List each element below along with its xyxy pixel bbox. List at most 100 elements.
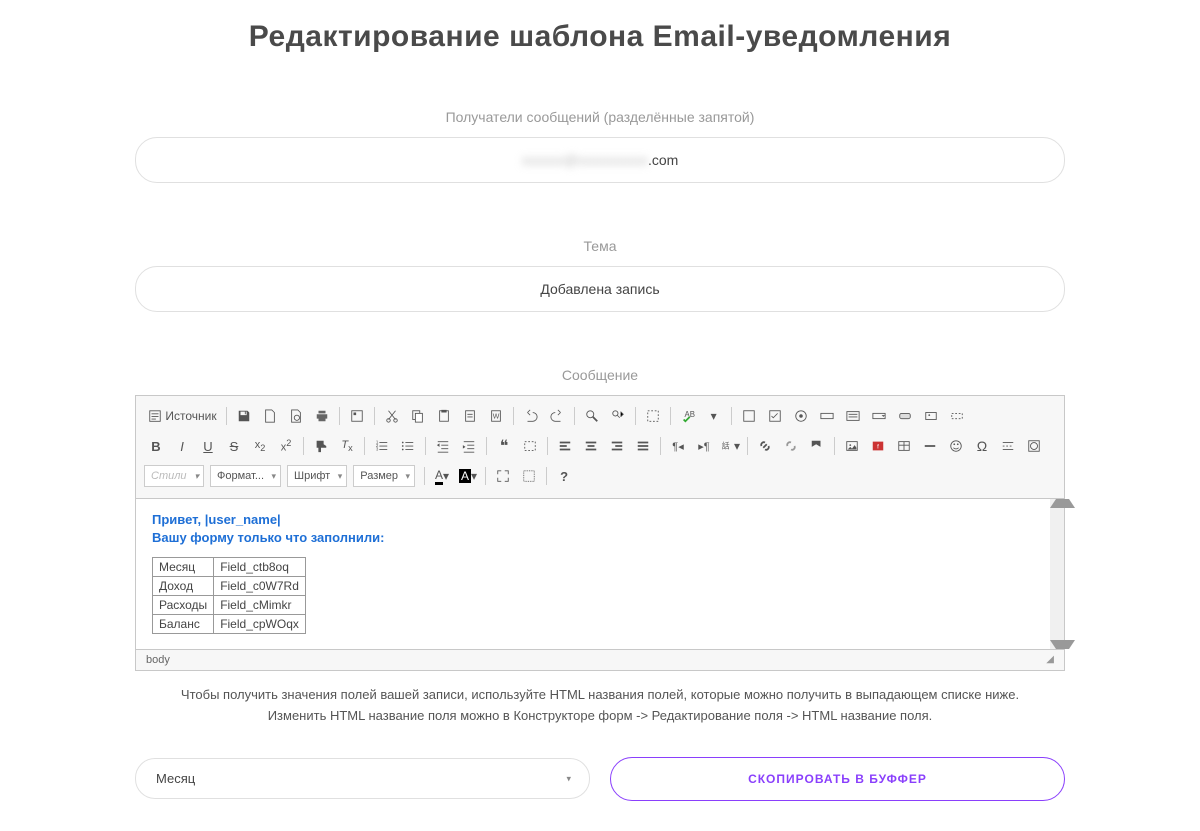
select-field-icon[interactable]: [867, 404, 891, 428]
cut-icon[interactable]: [380, 404, 404, 428]
undo-icon[interactable]: [519, 404, 543, 428]
rtl-icon[interactable]: ▸¶: [692, 434, 716, 458]
table-row: ДоходField_c0W7Rd: [153, 577, 306, 596]
showblocks-icon[interactable]: [517, 464, 541, 488]
subject-input[interactable]: [135, 266, 1065, 312]
styles-dropdown[interactable]: Стили: [144, 465, 204, 487]
save-icon[interactable]: [232, 404, 256, 428]
editor-toolbar: Источник W: [136, 396, 1064, 499]
textarea-icon[interactable]: [841, 404, 865, 428]
svg-text:話: 話: [722, 441, 730, 451]
underline-icon[interactable]: U: [196, 434, 220, 458]
message-table: МесяцField_ctb8oq ДоходField_c0W7Rd Расх…: [152, 557, 306, 634]
iframe-icon[interactable]: [1022, 434, 1046, 458]
bottom-row: Месяц СКОПИРОВАТЬ В БУФФЕР: [135, 757, 1065, 801]
editor-content[interactable]: Привет, |user_name| Вашу форму только чт…: [136, 499, 1064, 649]
about-icon[interactable]: ?: [552, 464, 576, 488]
ltr-icon[interactable]: ¶◂: [666, 434, 690, 458]
table-row: МесяцField_ctb8oq: [153, 558, 306, 577]
elements-path[interactable]: body: [146, 654, 170, 666]
textcolor-icon[interactable]: A▾: [430, 464, 454, 488]
button-icon[interactable]: [893, 404, 917, 428]
indent-icon[interactable]: [457, 434, 481, 458]
div-icon[interactable]: [518, 434, 542, 458]
bgcolor-icon[interactable]: A▾: [456, 464, 480, 488]
format-dropdown[interactable]: Формат...: [210, 465, 281, 487]
outdent-icon[interactable]: [431, 434, 455, 458]
table-row: БалансField_cpWOqx: [153, 615, 306, 634]
page-title: Редактирование шаблона Email-уведомления: [135, 20, 1065, 54]
svg-text:f: f: [877, 444, 879, 451]
paste-icon[interactable]: [432, 404, 456, 428]
bold-icon[interactable]: B: [144, 434, 168, 458]
print-icon[interactable]: [310, 404, 334, 428]
link-icon[interactable]: [753, 434, 777, 458]
editor-scrollbar[interactable]: [1050, 499, 1064, 649]
hiddenfield-icon[interactable]: [945, 404, 969, 428]
subject-label: Тема: [135, 238, 1065, 254]
italic-icon[interactable]: I: [170, 434, 194, 458]
specialchar-icon[interactable]: Ω: [970, 434, 994, 458]
imagebutton-icon[interactable]: [919, 404, 943, 428]
numberlist-icon[interactable]: 123: [370, 434, 394, 458]
blockquote-icon[interactable]: ❝: [492, 434, 516, 458]
resize-handle[interactable]: ◢: [1046, 654, 1054, 666]
unlink-icon[interactable]: [779, 434, 803, 458]
anchor-icon[interactable]: [805, 434, 829, 458]
svg-text:3: 3: [376, 446, 379, 451]
size-dropdown[interactable]: Размер: [353, 465, 415, 487]
message-line1: Привет, |user_name|: [152, 511, 1048, 529]
smiley-icon[interactable]: [944, 434, 968, 458]
new-page-icon[interactable]: [258, 404, 282, 428]
recipients-label: Получатели сообщений (разделённые запято…: [135, 109, 1065, 125]
bulletlist-icon[interactable]: [396, 434, 420, 458]
scayt-icon[interactable]: ▾: [702, 404, 726, 428]
redo-icon[interactable]: [545, 404, 569, 428]
flash-icon[interactable]: f: [866, 434, 890, 458]
recipients-group: Получатели сообщений (разделённые запято…: [135, 109, 1065, 183]
checkbox-icon[interactable]: [763, 404, 787, 428]
copy-icon[interactable]: [406, 404, 430, 428]
find-icon[interactable]: [580, 404, 604, 428]
source-button[interactable]: Источник: [144, 404, 221, 428]
strike-icon[interactable]: S: [222, 434, 246, 458]
image-icon[interactable]: [840, 434, 864, 458]
svg-text:W: W: [492, 414, 499, 421]
preview-icon[interactable]: [284, 404, 308, 428]
field-select[interactable]: Месяц: [135, 758, 590, 799]
source-icon: [148, 409, 162, 423]
hint-text: Чтобы получить значения полей вашей запи…: [135, 685, 1065, 727]
align-justify-icon[interactable]: [631, 434, 655, 458]
subject-group: Тема: [135, 238, 1065, 312]
language-icon[interactable]: 話▾: [718, 434, 742, 458]
maximize-icon[interactable]: [491, 464, 515, 488]
message-line2: Вашу форму только что заполнили:: [152, 529, 1048, 547]
editor-statusbar: body ◢: [136, 649, 1064, 670]
copy-to-buffer-button[interactable]: СКОПИРОВАТЬ В БУФФЕР: [610, 757, 1065, 801]
font-dropdown[interactable]: Шрифт: [287, 465, 347, 487]
recipients-input[interactable]: xxxxxx@xxxxxxxxxx.com: [135, 137, 1065, 183]
message-label: Сообщение: [135, 367, 1065, 383]
templates-icon[interactable]: [345, 404, 369, 428]
textfield-icon[interactable]: [815, 404, 839, 428]
copyformat-icon[interactable]: [309, 434, 333, 458]
message-group: Сообщение Источник: [135, 367, 1065, 671]
replace-icon[interactable]: [606, 404, 630, 428]
align-right-icon[interactable]: [605, 434, 629, 458]
table-row: РасходыField_cMimkr: [153, 596, 306, 615]
radio-icon[interactable]: [789, 404, 813, 428]
paste-word-icon[interactable]: W: [484, 404, 508, 428]
superscript-icon[interactable]: x2: [274, 434, 298, 458]
removeformat-icon[interactable]: Tx: [335, 434, 359, 458]
form-icon[interactable]: [737, 404, 761, 428]
selectall-icon[interactable]: [641, 404, 665, 428]
paste-text-icon[interactable]: [458, 404, 482, 428]
subscript-icon[interactable]: x2: [248, 434, 272, 458]
pagebreak-icon[interactable]: [996, 434, 1020, 458]
rich-editor: Источник W: [135, 395, 1065, 671]
align-center-icon[interactable]: [579, 434, 603, 458]
hr-icon[interactable]: [918, 434, 942, 458]
table-icon[interactable]: [892, 434, 916, 458]
align-left-icon[interactable]: [553, 434, 577, 458]
spellcheck-icon[interactable]: ABC: [676, 404, 700, 428]
